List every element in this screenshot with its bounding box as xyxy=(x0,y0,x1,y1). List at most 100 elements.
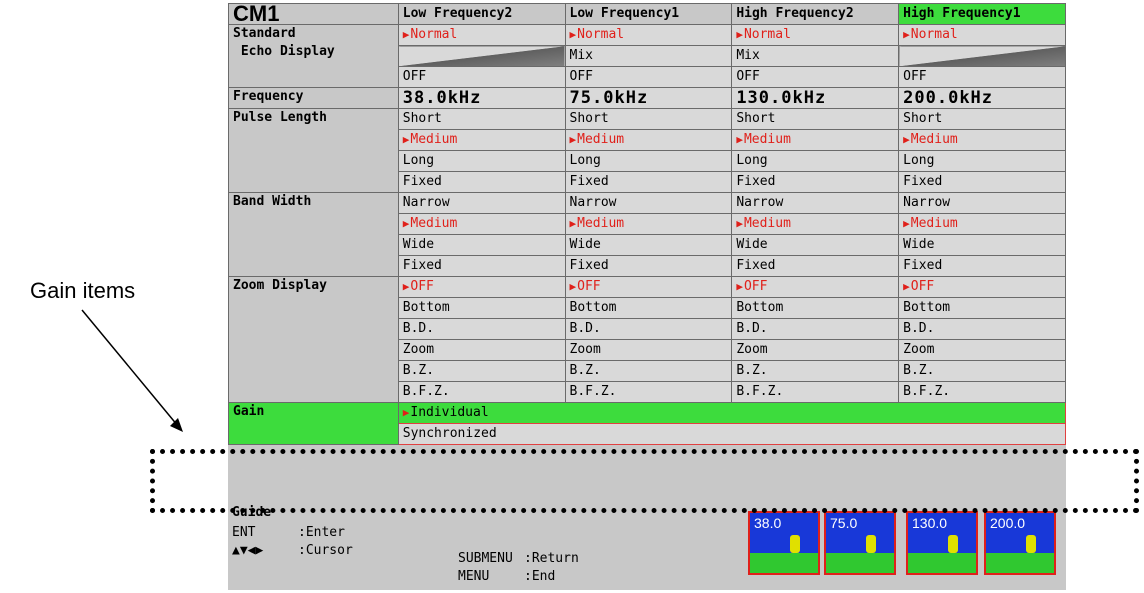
column-high-frequency2[interactable]: High Frequency2 xyxy=(731,3,900,25)
option-long[interactable]: Long xyxy=(731,150,900,172)
frequency-value[interactable]: 130.0kHz xyxy=(731,87,900,109)
option-synchronized[interactable]: Synchronized xyxy=(397,423,1067,445)
option-fixed[interactable]: Fixed xyxy=(564,255,733,277)
option-narrow[interactable]: Narrow xyxy=(564,192,733,214)
fish-echo-icon xyxy=(790,535,800,553)
option-off[interactable]: ▶OFF xyxy=(397,276,566,298)
option-bfz[interactable]: B.F.Z. xyxy=(898,381,1066,403)
option-bottom[interactable]: Bottom xyxy=(564,297,733,319)
option-normal[interactable]: ▶Normal xyxy=(731,24,900,46)
option-medium[interactable]: ▶Medium xyxy=(564,129,733,151)
option-fixed[interactable]: Fixed xyxy=(731,255,900,277)
option-long[interactable]: Long xyxy=(898,150,1066,172)
option-medium[interactable]: ▶Medium xyxy=(898,213,1066,235)
selected-arrow-icon: ▶ xyxy=(736,217,743,230)
column-high-frequency1[interactable]: High Frequency1 xyxy=(898,3,1066,25)
option-bz[interactable]: B.Z. xyxy=(898,360,1066,382)
option-normal[interactable]: ▶Normal xyxy=(898,24,1066,46)
option-short[interactable]: Short xyxy=(564,108,733,130)
option-bfz[interactable]: B.F.Z. xyxy=(564,381,733,403)
fish-echo-icon xyxy=(1026,535,1036,553)
option-bd[interactable]: B.D. xyxy=(564,318,733,340)
label-line1: Standard xyxy=(233,26,296,41)
option-zoom[interactable]: Zoom xyxy=(397,339,566,361)
cursor-action: :Cursor xyxy=(298,543,353,558)
selected-arrow-icon: ▶ xyxy=(903,217,910,230)
option-individual[interactable]: ▶Individual xyxy=(397,402,1067,424)
column-low-frequency1[interactable]: Low Frequency1 xyxy=(564,3,733,25)
option-medium[interactable]: ▶Medium xyxy=(898,129,1066,151)
option-long[interactable]: Long xyxy=(397,150,566,172)
option-wide[interactable]: Wide xyxy=(564,234,733,256)
row-label-zoom-display: Zoom Display xyxy=(228,276,399,403)
option-off[interactable]: OFF xyxy=(564,66,733,88)
option-wide[interactable]: Wide xyxy=(731,234,900,256)
selected-arrow-icon: ▶ xyxy=(903,28,910,41)
echo-settings-panel: CM1 Low Frequency2 Low Frequency1 High F… xyxy=(228,3,1067,590)
option-zoom[interactable]: Zoom xyxy=(564,339,733,361)
selected-arrow-icon: ▶ xyxy=(402,280,410,293)
option-wide[interactable]: Wide xyxy=(397,234,566,256)
column-low-frequency2[interactable]: Low Frequency2 xyxy=(397,3,566,25)
selected-arrow-icon: ▶ xyxy=(736,133,743,146)
option-medium[interactable]: ▶Medium xyxy=(731,129,900,151)
frequency-value[interactable]: 38.0kHz xyxy=(397,87,566,109)
selected-arrow-icon: ▶ xyxy=(569,217,577,230)
option-off[interactable]: OFF xyxy=(731,66,900,88)
option-bz[interactable]: B.Z. xyxy=(397,360,566,382)
option-narrow[interactable]: Narrow xyxy=(898,192,1066,214)
option-fixed[interactable]: Fixed xyxy=(564,171,733,193)
option-long[interactable]: Long xyxy=(564,150,733,172)
option-off[interactable]: ▶OFF xyxy=(898,276,1066,298)
option-bottom[interactable]: Bottom xyxy=(397,297,566,319)
option-off[interactable]: ▶OFF xyxy=(731,276,900,298)
annotation-label: Gain items xyxy=(30,278,136,303)
option-fixed[interactable]: Fixed xyxy=(898,171,1066,193)
option-medium[interactable]: ▶Medium xyxy=(564,213,733,235)
option-fixed[interactable]: Fixed xyxy=(731,171,900,193)
option-bz[interactable]: B.Z. xyxy=(564,360,733,382)
row-label-frequency: Frequency xyxy=(228,87,399,109)
frequency-value[interactable]: 75.0kHz xyxy=(564,87,733,109)
option-bottom[interactable]: Bottom xyxy=(731,297,900,319)
option-narrow[interactable]: Narrow xyxy=(397,192,566,214)
menu-key: MENU xyxy=(458,569,490,584)
option-normal[interactable]: ▶Normal xyxy=(564,24,733,46)
option-fixed[interactable]: Fixed xyxy=(397,255,566,277)
option-medium[interactable]: ▶Medium xyxy=(397,129,566,151)
frequency-value[interactable]: 200.0kHz xyxy=(898,87,1066,109)
option-medium[interactable]: ▶Medium xyxy=(731,213,900,235)
echo-thumbnails: 38.0 75.0 130.0 200.0 xyxy=(746,461,1066,590)
option-mix[interactable]: Mix xyxy=(731,45,900,67)
option-mix[interactable]: Mix xyxy=(564,45,733,67)
selected-arrow-icon: ▶ xyxy=(402,28,410,41)
option-bd[interactable]: B.D. xyxy=(898,318,1066,340)
option-fixed[interactable]: Fixed xyxy=(898,255,1066,277)
option-bfz[interactable]: B.F.Z. xyxy=(731,381,900,403)
selected-arrow-icon: ▶ xyxy=(903,133,910,146)
gradient-bar[interactable] xyxy=(397,45,566,67)
option-medium[interactable]: ▶Medium xyxy=(397,213,566,235)
option-bd[interactable]: B.D. xyxy=(731,318,900,340)
option-short[interactable]: Short xyxy=(397,108,566,130)
option-narrow[interactable]: Narrow xyxy=(731,192,900,214)
gradient-bar[interactable] xyxy=(898,45,1066,67)
submenu-action: :Return xyxy=(524,551,579,566)
option-bottom[interactable]: Bottom xyxy=(898,297,1066,319)
guide-title: Guide xyxy=(232,505,272,520)
selected-arrow-icon: ▶ xyxy=(402,133,410,146)
option-fixed[interactable]: Fixed xyxy=(397,171,566,193)
option-off[interactable]: OFF xyxy=(898,66,1066,88)
option-normal[interactable]: ▶Normal xyxy=(397,24,566,46)
option-short[interactable]: Short xyxy=(898,108,1066,130)
selected-arrow-icon: ▶ xyxy=(903,280,910,293)
option-bz[interactable]: B.Z. xyxy=(731,360,900,382)
option-zoom[interactable]: Zoom xyxy=(731,339,900,361)
option-short[interactable]: Short xyxy=(731,108,900,130)
option-off[interactable]: ▶OFF xyxy=(564,276,733,298)
option-wide[interactable]: Wide xyxy=(898,234,1066,256)
option-off[interactable]: OFF xyxy=(397,66,566,88)
option-zoom[interactable]: Zoom xyxy=(898,339,1066,361)
option-bd[interactable]: B.D. xyxy=(397,318,566,340)
option-bfz[interactable]: B.F.Z. xyxy=(397,381,566,403)
